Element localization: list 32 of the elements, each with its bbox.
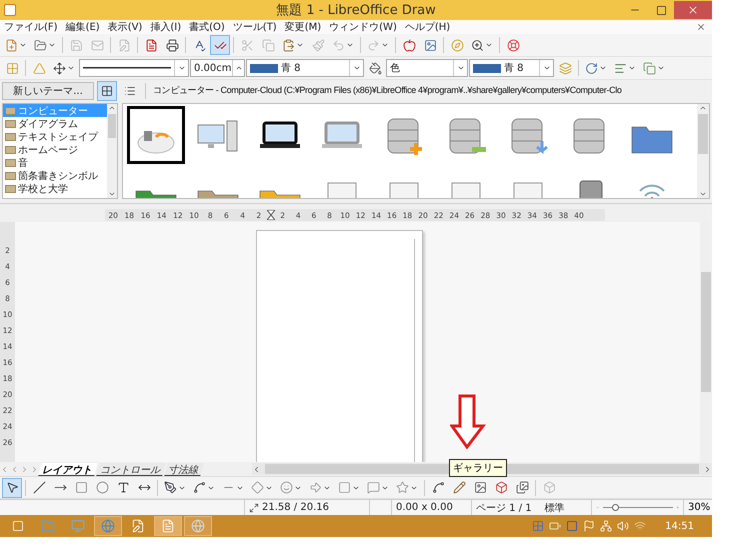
menu-item[interactable]: 変更(M): [280, 20, 326, 34]
gallery-path: コンピューター - Computer-Cloud (C:¥Program Files (x86)¥LibreOffice 4¥program¥..¥share¥gallery¥computers¥Computer-Clo: [153, 84, 622, 97]
style-text: 標準: [544, 502, 565, 514]
menu-item[interactable]: ウィンドウ(W): [325, 20, 401, 34]
line-color-dropdown[interactable]: 青 8: [246, 59, 364, 77]
line-width-field[interactable]: 0.00cm: [190, 59, 245, 77]
zoom-text: 30%: [687, 502, 710, 513]
area-style-dropdown[interactable]: 色: [386, 59, 468, 77]
theme-item[interactable]: 箇条書きシンボル: [3, 169, 107, 182]
clock: 14:51: [665, 520, 694, 532]
menu-item[interactable]: 挿入(I): [146, 20, 186, 34]
new-theme-button[interactable]: 新しいテーマ...: [2, 82, 94, 100]
position-text: 21.58 / 20.16: [262, 502, 329, 513]
window-title: 無題 1 - LibreOffice Draw: [275, 2, 437, 19]
tooltip: ギャラリー: [449, 459, 507, 477]
theme-item[interactable]: テキストシェイプ: [3, 130, 107, 143]
theme-item[interactable]: 学校と大学: [3, 182, 107, 195]
menu-item[interactable]: ツール(T): [228, 20, 281, 34]
theme-item[interactable]: ホームページ: [3, 143, 107, 156]
area-color-dropdown[interactable]: 青 8: [469, 59, 554, 77]
page-text: ページ 1 / 1: [476, 502, 532, 514]
menu-item[interactable]: 表示(V): [104, 20, 146, 34]
theme-item[interactable]: 音: [3, 156, 107, 169]
layer-tab[interactable]: レイアウト: [38, 462, 98, 476]
menu-item[interactable]: ヘルプ(H): [400, 20, 454, 34]
size-text: 0.00 x 0.00: [396, 502, 453, 513]
layer-tab[interactable]: 寸法線: [164, 462, 204, 476]
menu-item[interactable]: 編集(E): [62, 20, 104, 34]
theme-item[interactable]: ダイアグラム: [3, 117, 107, 130]
menu-item[interactable]: 書式(O): [185, 20, 229, 34]
layer-tab[interactable]: コントロール: [96, 462, 166, 476]
menu-item[interactable]: ファイル(F): [0, 20, 62, 34]
